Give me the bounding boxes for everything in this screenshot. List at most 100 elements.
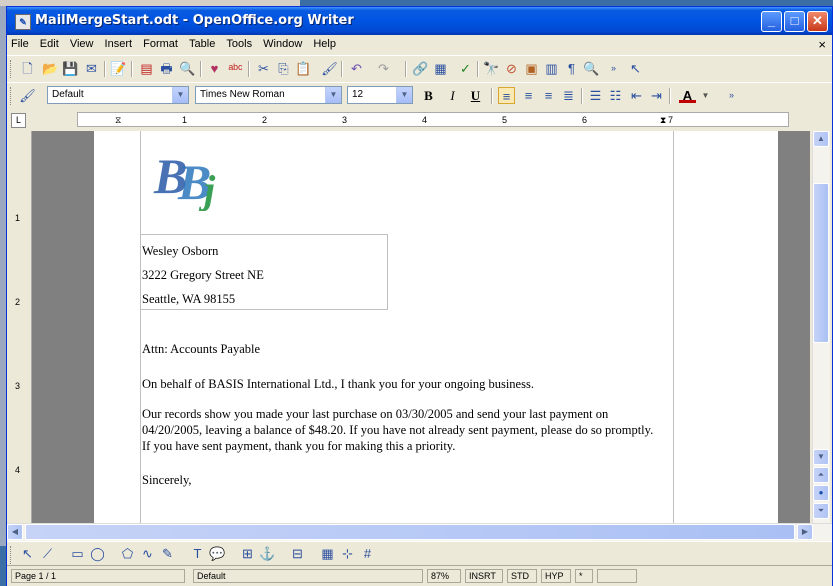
scroll-right-button[interactable]: ▶ xyxy=(797,524,813,540)
edit-file-icon[interactable]: 📝 xyxy=(110,60,127,77)
align-right-icon[interactable]: ≡ xyxy=(540,87,557,104)
status-hyperlink-mode[interactable]: HYP xyxy=(541,569,571,583)
minimize-button[interactable]: _ xyxy=(761,11,782,32)
chevron-down-icon[interactable]: ▼ xyxy=(396,87,412,103)
menu-edit[interactable]: Edit xyxy=(36,35,63,50)
paste-icon[interactable]: 📋 xyxy=(295,60,312,77)
export-pdf-icon[interactable]: ▤ xyxy=(138,60,155,77)
toolbar-grip[interactable] xyxy=(10,60,14,78)
curve-icon[interactable]: ∿ xyxy=(139,545,156,562)
increase-indent-icon[interactable]: ⇥ xyxy=(648,87,665,104)
menu-format[interactable]: Format xyxy=(139,35,182,50)
wrap-icon[interactable]: ⊟ xyxy=(289,545,306,562)
formatting-marks-icon[interactable]: ¶ xyxy=(563,60,580,77)
line-icon[interactable]: ⟋ xyxy=(39,545,56,562)
decrease-indent-icon[interactable]: ⇤ xyxy=(628,87,645,104)
chevron-down-icon[interactable]: ▼ xyxy=(325,87,341,103)
cut-icon[interactable]: ✂ xyxy=(255,60,272,77)
select-icon[interactable]: ↖ xyxy=(19,545,36,562)
print-icon[interactable]: 🖶 xyxy=(158,60,175,77)
print-preview-icon[interactable]: 🔍 xyxy=(179,60,196,77)
chevron-down-icon[interactable]: ▼ xyxy=(172,87,188,103)
menu-table[interactable]: Table xyxy=(185,35,219,50)
menu-help[interactable]: Help xyxy=(309,35,340,50)
align-left-icon[interactable]: ≡ xyxy=(498,87,515,104)
zoom-icon[interactable]: 🔍 xyxy=(583,60,600,77)
align-objects-icon[interactable]: ⊞ xyxy=(239,545,256,562)
align-center-icon[interactable]: ≡ xyxy=(520,87,537,104)
font-size-select[interactable]: 12 ▼ xyxy=(347,86,413,104)
scroll-down-button[interactable]: ▼ xyxy=(813,449,829,465)
toolbar-overflow-icon[interactable]: » xyxy=(605,60,622,77)
spellcheck-icon[interactable]: ♥ xyxy=(206,60,223,77)
open-icon[interactable]: 📂 xyxy=(42,60,59,77)
callout-icon[interactable]: 💬 xyxy=(209,545,226,562)
tab-stop-selector[interactable]: L xyxy=(11,113,26,128)
justify-icon[interactable]: ≣ xyxy=(560,87,577,104)
select-pointer-icon[interactable]: ↖ xyxy=(627,60,644,77)
document-area[interactable]: B B j Wesley Osborn 3222 Gregory Street … xyxy=(32,131,810,523)
chevron-down-icon[interactable]: ▼ xyxy=(697,87,714,104)
anchor-icon[interactable]: ⚓ xyxy=(259,545,276,562)
status-selection-mode[interactable]: STD xyxy=(507,569,537,583)
scroll-up-button[interactable]: ▲ xyxy=(813,131,829,147)
ruler-right-indent-marker[interactable]: ⧗ xyxy=(660,113,666,127)
font-color-icon[interactable]: A xyxy=(679,87,696,103)
hash-icon[interactable]: # xyxy=(359,545,376,562)
text-icon[interactable]: T xyxy=(189,545,206,562)
underline-icon[interactable]: U xyxy=(467,87,484,104)
gallery-icon[interactable]: ▣ xyxy=(523,60,540,77)
scroll-thumb-horizontal[interactable] xyxy=(25,524,795,540)
menu-tools[interactable]: Tools xyxy=(222,35,256,50)
status-insert-mode[interactable]: INSRT xyxy=(465,569,503,583)
show-draw-functions-icon[interactable]: ✓ xyxy=(457,60,474,77)
next-page-button[interactable]: ⏷ xyxy=(813,503,829,519)
menu-file[interactable]: File xyxy=(7,35,33,50)
previous-page-button[interactable]: ⏶ xyxy=(813,467,829,483)
scroll-left-button[interactable]: ◀ xyxy=(7,524,23,540)
hyperlink-icon[interactable]: 🔗 xyxy=(412,60,429,77)
styles-formatting-icon[interactable]: 🖌 xyxy=(19,87,36,104)
status-page[interactable]: Page 1 / 1 xyxy=(11,569,185,583)
data-sources-icon[interactable]: ▥ xyxy=(543,60,560,77)
clone-formatting-icon[interactable]: 🖌 xyxy=(321,60,338,77)
table-icon[interactable]: ▦ xyxy=(432,60,449,77)
toolbar-grip[interactable] xyxy=(10,546,14,564)
maximize-button[interactable]: □ xyxy=(784,11,805,32)
writer-app-icon[interactable]: ✎ xyxy=(15,14,31,30)
polygon-icon[interactable]: ⬠ xyxy=(119,545,136,562)
bold-icon[interactable]: B xyxy=(420,87,437,104)
email-icon[interactable]: ✉ xyxy=(83,60,100,77)
horizontal-scrollbar[interactable]: ◀ ▶ xyxy=(7,523,832,541)
navigation-icon[interactable]: ● xyxy=(813,485,829,501)
paragraph-style-select[interactable]: Default ▼ xyxy=(47,86,189,104)
vertical-scrollbar[interactable]: ▲ ▼ ⏶ ● ⏷ xyxy=(812,131,830,523)
close-document-icon[interactable]: × xyxy=(818,37,826,52)
menu-window[interactable]: Window xyxy=(259,35,306,50)
toolbar-overflow-icon[interactable]: » xyxy=(723,87,740,104)
ellipse-icon[interactable]: ◯ xyxy=(89,545,106,562)
copy-icon[interactable]: ⎘ xyxy=(275,60,292,77)
new-document-icon[interactable]: 🗋 xyxy=(19,60,36,77)
menu-insert[interactable]: Insert xyxy=(101,35,137,50)
status-style[interactable]: Default xyxy=(193,569,423,583)
close-button[interactable]: ✕ xyxy=(807,11,828,32)
freeform-icon[interactable]: ✎ xyxy=(159,545,176,562)
scroll-thumb[interactable] xyxy=(813,183,829,343)
redo-icon[interactable]: ↷ xyxy=(375,60,392,77)
autospellcheck-icon[interactable]: ᵃᵇᶜ xyxy=(227,60,244,77)
points-icon[interactable]: ⊹ xyxy=(339,545,356,562)
undo-icon[interactable]: ↶ xyxy=(348,60,365,77)
menu-view[interactable]: View xyxy=(66,35,98,50)
save-icon[interactable]: 💾 xyxy=(62,60,79,77)
title-bar[interactable]: ✎ MailMergeStart.odt - OpenOffice.org Wr… xyxy=(7,7,832,35)
horizontal-ruler[interactable]: ⧖ 1 2 3 4 5 6 7 ⧗ xyxy=(77,112,789,127)
vertical-ruler[interactable]: 1 2 3 4 xyxy=(7,131,32,523)
italic-icon[interactable]: I xyxy=(444,87,461,104)
status-zoom[interactable]: 87% xyxy=(427,569,461,583)
navigator-icon[interactable]: ⊘ xyxy=(503,60,520,77)
bullets-icon[interactable]: ☷ xyxy=(607,87,624,104)
font-name-select[interactable]: Times New Roman ▼ xyxy=(195,86,342,104)
grid-icon[interactable]: ▦ xyxy=(319,545,336,562)
ruler-indent-marker[interactable]: ⧖ xyxy=(115,113,121,127)
